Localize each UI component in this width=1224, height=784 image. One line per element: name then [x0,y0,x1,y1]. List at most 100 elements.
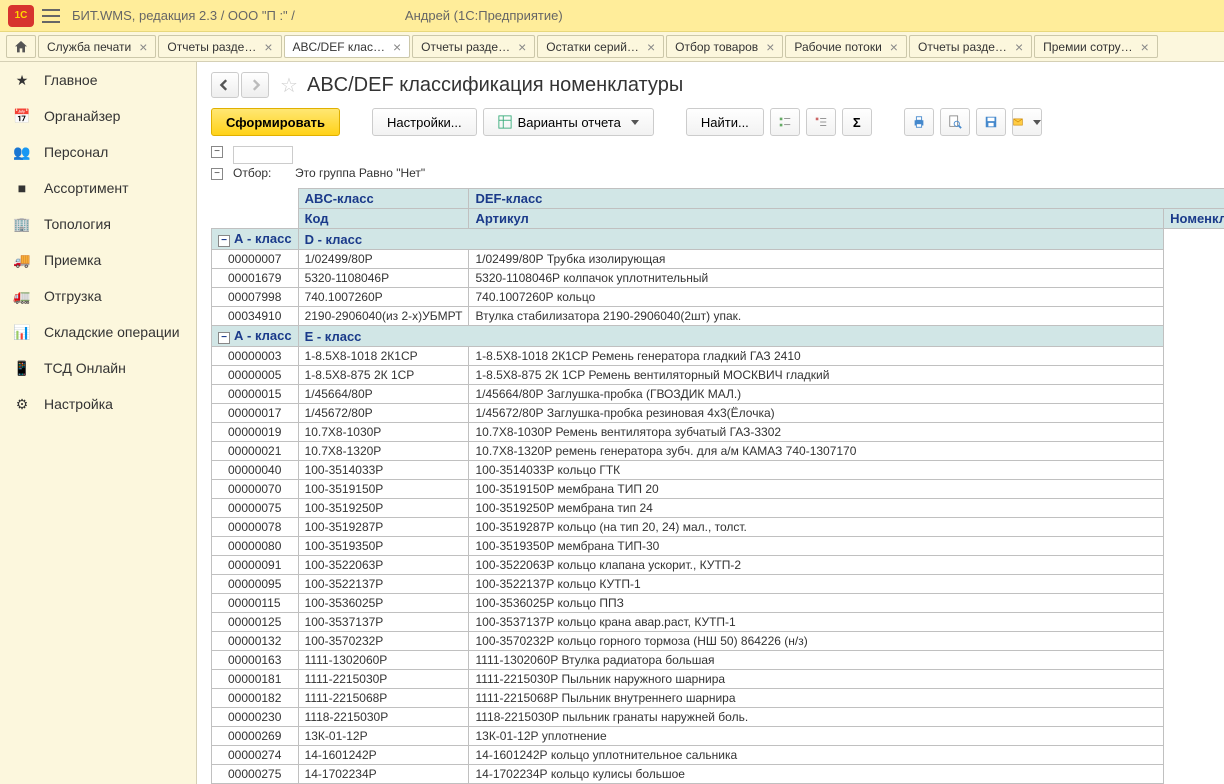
table-row[interactable]: 000001811111-2215030Р1111-2215030Р Пыльн… [212,670,1224,689]
tab[interactable]: Служба печати× [38,35,156,58]
tab[interactable]: Отбор товаров× [666,35,783,58]
table-row[interactable]: 00000132100-3570232Р100-3570232Р кольцо … [212,632,1224,651]
table-row[interactable]: 000000051-8.5Х8-875 2К 1СР1-8.5Х8-875 2К… [212,366,1224,385]
table-row[interactable]: 000000151/45664/80Р1/45664/80Р Заглушка-… [212,385,1224,404]
tree-collapse-icon[interactable]: − [211,168,223,180]
filter-value: Это группа Равно "Нет" [295,166,425,180]
cell-article: 1111-1302060Р [298,651,469,670]
cell-article: 100-3519350Р [298,537,469,556]
close-icon[interactable]: × [518,39,526,55]
cell-code: 00000005 [212,366,299,385]
cell-article: 100-3522063Р [298,556,469,575]
table-row[interactable]: 0000001910.7Х8-1030Р10.7Х8-1030Р Ремень … [212,423,1224,442]
close-icon[interactable]: × [264,39,272,55]
report-variants-button[interactable]: Варианты отчета [483,108,654,136]
close-icon[interactable]: × [766,39,774,55]
cell-nomenclature: 100-3537137Р кольцо крана авар.раст, КУТ… [469,613,1164,632]
cell-article: 1118-2215030Р [298,708,469,727]
back-button[interactable] [211,72,239,98]
page-title: ABC/DEF классификация номенклатуры [307,74,683,97]
forward-button[interactable] [241,72,269,98]
close-icon[interactable]: × [393,39,401,55]
home-tab[interactable] [6,35,36,58]
cell-code: 00000275 [212,765,299,784]
burger-menu-icon[interactable] [42,9,60,23]
sidebar-item[interactable]: ⚙Настройка [0,386,196,422]
cell-nomenclature: 100-3522137Р кольцо КУТП-1 [469,575,1164,594]
sidebar-item[interactable]: ■Ассортимент [0,170,196,206]
table-row[interactable]: 0000027514-1702234Р14-1702234Р кольцо ку… [212,765,1224,784]
content: ☆ ABC/DEF классификация номенклатуры Сфо… [197,62,1224,784]
column-article: Артикул [469,209,1164,229]
table-row[interactable]: 00007998740.1007260Р740.1007260Р кольцо [212,288,1224,307]
sidebar-item[interactable]: 🚚Приемка [0,242,196,278]
cell-nomenclature: Втулка стабилизатора 2190-2906040(2шт) у… [469,307,1164,326]
tab[interactable]: Отчеты разде…× [412,35,535,58]
table-row[interactable]: 000001821111-2215068Р1111-2215068Р Пыльн… [212,689,1224,708]
tab[interactable]: Рабочие потоки× [785,35,907,58]
sidebar-item[interactable]: 👥Персонал [0,134,196,170]
table-row[interactable]: 00000040100-3514033Р100-3514033Р кольцо … [212,461,1224,480]
table-row[interactable]: 000001631111-1302060Р1111-1302060Р Втулк… [212,651,1224,670]
tab[interactable]: ABC/DEF клас… × [284,35,411,58]
save-button[interactable] [976,108,1006,136]
table-row[interactable]: 00000095100-3522137Р100-3522137Р кольцо … [212,575,1224,594]
email-button[interactable] [1012,108,1042,136]
collapse-groups-button[interactable] [806,108,836,136]
cell-article: 2190-2906040(из 2-х)УБМРТ [298,307,469,326]
table-row[interactable]: 00000115100-3536025Р100-3536025Р кольцо … [212,594,1224,613]
sidebar-item[interactable]: ★Главное [0,62,196,98]
report-variants-label: Варианты отчета [518,115,621,130]
print-button[interactable] [904,108,934,136]
tab[interactable]: Отчеты разде…× [909,35,1032,58]
tab[interactable]: Отчеты разде…× [158,35,281,58]
sidebar-item[interactable]: 🚛Отгрузка [0,278,196,314]
table-row[interactable]: 000000071/02499/80Р1/02499/80Р Трубка из… [212,250,1224,269]
filter-row: − − Отбор: Это группа Равно "Нет" [197,146,1224,188]
cell-article: 1/45672/80Р [298,404,469,423]
sidebar-item[interactable]: 📊Складские операции [0,314,196,350]
sidebar-item[interactable]: 📱ТСД Онлайн [0,350,196,386]
preview-button[interactable] [940,108,970,136]
table-row[interactable]: 000016795320-1108046Р5320-1108046Р колпа… [212,269,1224,288]
table-row[interactable]: 00000080100-3519350Р100-3519350Р мембран… [212,537,1224,556]
table-row[interactable]: 00000075100-3519250Р100-3519250Р мембран… [212,499,1224,518]
table-row[interactable]: 00000078100-3519287Р100-3519287Р кольцо … [212,518,1224,537]
table-row[interactable]: 00000091100-3522063Р100-3522063Р кольцо … [212,556,1224,575]
table-row[interactable]: 00000070100-3519150Р100-3519150Р мембран… [212,480,1224,499]
table-row[interactable]: 000000031-8.5Х8-1018 2К1СР1-8.5Х8-1018 2… [212,347,1224,366]
table-row[interactable]: 0000002110.7Х8-1320Р10.7Х8-1320Р ремень … [212,442,1224,461]
tab-label: ABC/DEF клас… [293,40,385,54]
settings-button[interactable]: Настройки... [372,108,477,136]
cell-article: 100-3519287Р [298,518,469,537]
group-row[interactable]: −А - классD - класс [212,229,1224,250]
group-row[interactable]: −А - классЕ - класс [212,326,1224,347]
favorite-star-icon[interactable]: ☆ [277,74,301,96]
expand-groups-button[interactable] [770,108,800,136]
table-row[interactable]: 00000125100-3537137Р100-3537137Р кольцо … [212,613,1224,632]
table-row[interactable]: 0000026913К-01-12Р13К-01-12Р уплотнение [212,727,1224,746]
page-header: ☆ ABC/DEF классификация номенклатуры [197,62,1224,106]
generate-button[interactable]: Сформировать [211,108,340,136]
tab[interactable]: Премии сотру…× [1034,35,1158,58]
cell-nomenclature: 100-3522063Р кольцо клапана ускорит., КУ… [469,556,1164,575]
table-row[interactable]: 0000027414-1601242Р14-1601242Р кольцо уп… [212,746,1224,765]
close-icon[interactable]: × [1141,39,1149,55]
cell-code: 00000021 [212,442,299,461]
sidebar-item[interactable]: 📅Органайзер [0,98,196,134]
tree-collapse-icon[interactable]: − [211,146,223,158]
sidebar-item[interactable]: 🏢Топология [0,206,196,242]
sidebar-icon: 📱 [12,358,32,378]
close-icon[interactable]: × [890,39,898,55]
close-icon[interactable]: × [1015,39,1023,55]
sidebar-item-label: Приемка [44,252,101,268]
table-row[interactable]: 000002301118-2215030Р1118-2215030Р пыльн… [212,708,1224,727]
close-icon[interactable]: × [647,39,655,55]
tab[interactable]: Остатки серий…× [537,35,664,58]
sum-button[interactable]: Σ [842,108,872,136]
cell-nomenclature: 14-1601242Р кольцо уплотнительное сальни… [469,746,1164,765]
table-row[interactable]: 000349102190-2906040(из 2-х)УБМРТВтулка … [212,307,1224,326]
close-icon[interactable]: × [139,39,147,55]
table-row[interactable]: 000000171/45672/80Р1/45672/80Р Заглушка-… [212,404,1224,423]
find-button[interactable]: Найти... [686,108,764,136]
